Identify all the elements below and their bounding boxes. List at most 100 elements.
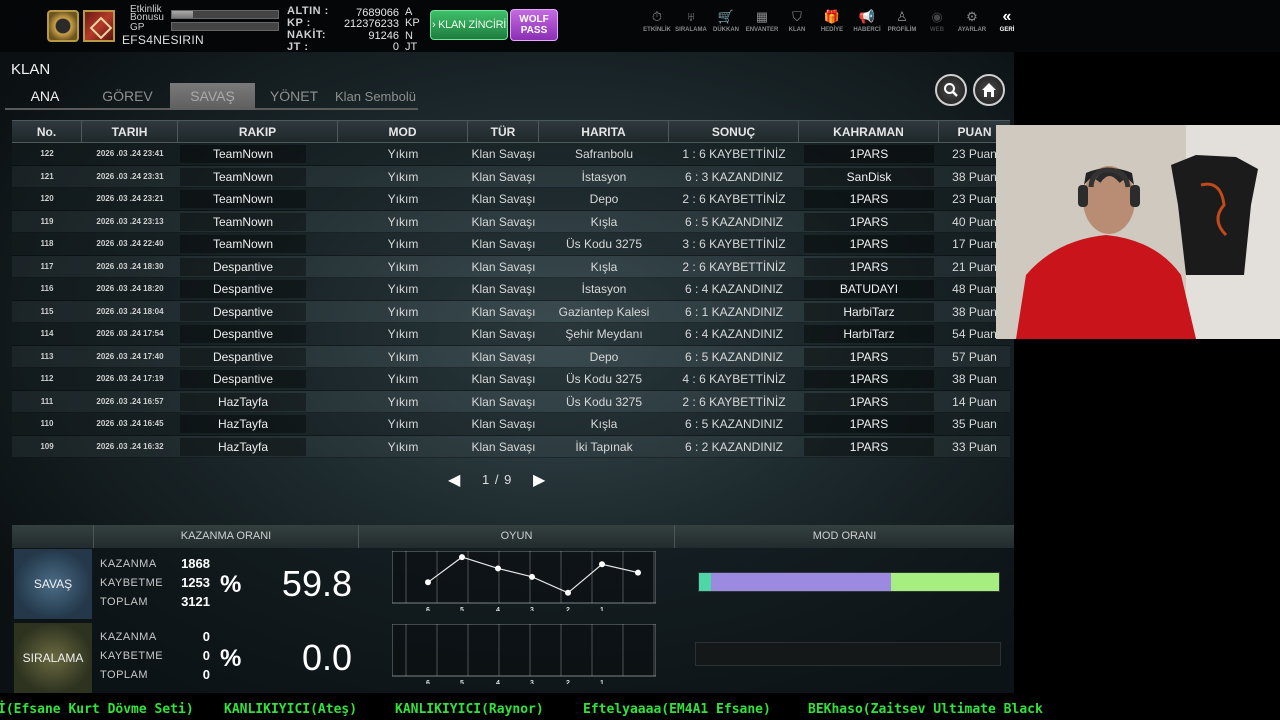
cell-rakip: HazTayfa <box>180 437 306 456</box>
cell-harita: Şehir Meydanı <box>565 327 643 341</box>
table-row[interactable]: 110 2026 .03 .24 16:45 HazTayfa Yıkım Klan S… <box>12 413 1010 436</box>
siralama-loss-label: KAYBETME <box>100 650 164 662</box>
table-row[interactable]: 122 2026 .03 .24 23:41 TeamNown Yıkım Klan S… <box>12 143 1010 166</box>
cell-tarih: 2026 .03 .24 16:57 <box>96 396 164 406</box>
cell-no: 114 <box>40 329 54 338</box>
ticker-item: KANLIKIYICI(Ateş) <box>224 702 358 717</box>
cell-sonuc: 6 : 5 KAZANDINIZ <box>684 214 784 229</box>
cell-tur: Klan Savaşı <box>471 304 536 319</box>
gp-label: GP <box>130 22 145 33</box>
col-sonuc[interactable]: SONUÇ <box>669 121 799 143</box>
col-kahraman[interactable]: KAHRAMAN <box>799 121 939 143</box>
cell-no: 115 <box>40 306 54 316</box>
table-row[interactable]: 115 2026 .03 .24 18:04 Despantive Yıkım Klan… <box>12 300 1010 323</box>
nav-ayarlar[interactable]: ⚙ AYARLAR <box>955 10 989 38</box>
nav-dukkan[interactable]: 🛒 DÜKKAN <box>709 10 743 38</box>
cell-sonuc: 6 : 4 KAZANDINIZ <box>684 282 784 296</box>
home-button[interactable] <box>973 74 1005 106</box>
kp-label: KP : <box>287 17 311 29</box>
nav-klan[interactable]: ⛉ KLAN <box>780 10 814 38</box>
col-mod[interactable]: MOD <box>338 121 468 143</box>
ticker-item: KANLIKIYICI(Raynor) <box>395 702 544 717</box>
table-row[interactable]: 113 2026 .03 .24 17:40 Despantive Yıkım Klan… <box>12 345 1010 368</box>
col-harita[interactable]: HARITA <box>539 121 669 143</box>
search-button[interactable] <box>935 74 967 106</box>
cell-tarih: 2026 .03 .24 16:32 <box>96 441 164 451</box>
table-row[interactable]: 121 2026 .03 .24 23:31 TeamNown Yıkım Klan S… <box>12 165 1010 188</box>
col-tarih[interactable]: TARIH <box>82 121 178 143</box>
table-row[interactable]: 114 2026 .03 .24 17:54 Despantive Yıkım Klan… <box>12 323 1010 346</box>
cell-kahraman: 1PARS <box>804 347 934 366</box>
tab-savas[interactable]: SAVAŞ <box>170 83 255 110</box>
inventory-icon: ▦ <box>755 9 769 24</box>
cell-tur: Klan Savaşı <box>471 237 536 251</box>
graph-point <box>599 561 605 568</box>
graph-tick-label: 1 <box>600 680 604 684</box>
cell-tarih: 2026 .03 .24 17:19 <box>96 374 164 383</box>
cell-kahraman: 1PARS <box>804 370 934 388</box>
savas-row-label: SAVAŞ <box>14 549 92 619</box>
cell-kahraman: 1PARS <box>804 145 934 163</box>
cart-icon: 🛒 <box>717 9 735 24</box>
cell-harita: İstasyon <box>581 169 627 184</box>
graph-tick-label: 1 <box>600 607 604 611</box>
table-row[interactable]: 116 2026 .03 .24 18:20 Despantive Yıkım Klan… <box>12 278 1010 301</box>
tab-gorev[interactable]: GÖREV <box>85 83 170 110</box>
cell-tarih: 2026 .03 .24 22:40 <box>96 239 164 248</box>
graph-point <box>459 554 465 561</box>
col-no[interactable]: No. <box>12 121 82 143</box>
cell-harita: Depo <box>589 349 619 364</box>
prev-page-icon[interactable]: ◀ <box>448 470 460 490</box>
cell-sonuc: 1 : 6 KAYBETTİNİZ <box>682 147 786 161</box>
cell-mod: Yıkım <box>387 327 419 341</box>
cell-harita: Kışla <box>590 259 618 274</box>
ticker-item: İ(Efsane Kurt Dövme Seti) <box>0 702 194 717</box>
nav-etkinlik[interactable]: ⏱ ETKİNLİK <box>640 10 674 38</box>
cash-label: NAKİT: <box>287 29 327 41</box>
table-row[interactable]: 111 2026 .03 .24 16:57 HazTayfa Yıkım Klan S… <box>12 390 1010 413</box>
wolf-pass-button[interactable]: WOLF PASS <box>510 9 558 41</box>
shield-icon: ⛉ <box>792 9 802 24</box>
table-row[interactable]: 119 2026 .03 .24 23:13 TeamNown Yıkım Klan S… <box>12 210 1010 233</box>
nav-geri[interactable]: «GERİ <box>990 9 1024 38</box>
nav-haberci[interactable]: 📢 HABERCİ <box>850 10 884 38</box>
cell-puan: 14 Puan <box>952 394 997 409</box>
cell-tur: Klan Savaşı <box>471 372 536 386</box>
table-row[interactable]: 118 2026 .03 .24 22:40 TeamNown Yıkım Klan S… <box>12 233 1010 256</box>
cell-puan: 33 Puan <box>952 439 997 454</box>
next-page-icon[interactable]: ▶ <box>533 470 545 490</box>
col-rakip[interactable]: RAKIP <box>178 121 338 143</box>
cell-harita: Safranbolu <box>574 147 634 161</box>
clan-panel: KLAN ANA GÖREV SAVAŞ YÖNET Klan Sembolü … <box>0 52 1014 693</box>
cell-no: 120 <box>40 194 54 203</box>
klan-zinciri-button[interactable]: › KLAN ZİNCİRİ <box>430 10 508 40</box>
nav-web[interactable]: ◉ WEB <box>920 10 954 38</box>
page-indicator: 1 / 9 <box>482 472 513 487</box>
table-row[interactable]: 117 2026 .03 .24 18:30 Despantive Yıkım Klan… <box>12 255 1010 278</box>
nav-envanter[interactable]: ▦ ENVANTER <box>745 10 779 38</box>
graph-tick-label: 2 <box>566 680 570 684</box>
nav-hediye[interactable]: 🎁 HEDİYE <box>815 10 849 38</box>
table-row[interactable]: 109 2026 .03 .24 16:32 HazTayfa Yıkım Klan S… <box>12 435 1010 458</box>
nav-profilim[interactable]: ♙ PROFİLİM <box>885 10 919 38</box>
table-body: 122 2026 .03 .24 23:41 TeamNown Yıkım Klan S… <box>12 143 1010 458</box>
cell-rakip: TeamNown <box>180 167 306 186</box>
cell-kahraman: 1PARS <box>804 190 934 208</box>
table-row[interactable]: 120 2026 .03 .24 23:21 TeamNown Yıkım Klan S… <box>12 188 1010 211</box>
win-rate-header: KAZANMA ORANI <box>94 525 359 548</box>
cell-no: 122 <box>40 149 54 158</box>
cell-puan: 38 Puan <box>952 372 997 386</box>
nav-siralama[interactable]: ♅ SIRALAMA <box>674 10 708 38</box>
cell-tur: Klan Savaşı <box>471 192 536 206</box>
tab-yonet[interactable]: YÖNET <box>255 83 333 110</box>
cell-tarih: 2026 .03 .24 18:04 <box>96 306 164 316</box>
graph-tick-label: 6 <box>426 680 430 684</box>
col-tur[interactable]: TÜR <box>468 121 539 143</box>
tab-klan-sembolu[interactable]: Klan Sembolü <box>333 83 418 110</box>
siralama-loss-value: 0 <box>202 648 210 663</box>
graph-point <box>565 589 571 596</box>
tab-ana[interactable]: ANA <box>5 83 85 110</box>
table-row[interactable]: 112 2026 .03 .24 17:19 Despantive Yıkım Klan… <box>12 368 1010 391</box>
cell-kahraman: HarbiTarz <box>804 302 934 321</box>
savas-loss-label: KAYBETME <box>100 577 164 589</box>
